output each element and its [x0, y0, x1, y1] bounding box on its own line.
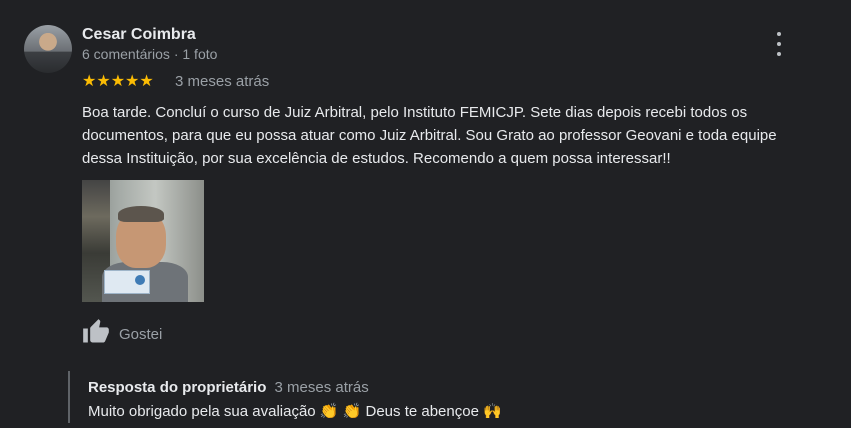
- reviewer-name[interactable]: Cesar Coimbra: [82, 26, 196, 44]
- like-label: Gostei: [119, 326, 163, 343]
- reviewer-meta: 6 comentários · 1 foto: [82, 46, 218, 62]
- owner-reply-title: Resposta do proprietário: [88, 379, 267, 396]
- photo-card: [104, 270, 150, 294]
- more-vert-icon[interactable]: [770, 32, 788, 56]
- review-time: 3 meses atrás: [175, 73, 270, 90]
- menu-dot: [777, 32, 781, 36]
- owner-reply-text: Muito obrigado pela sua avaliação 👏 👏 De…: [88, 403, 502, 420]
- avatar[interactable]: [24, 25, 72, 73]
- review-text: Boa tarde. Concluí o curso de Juiz Arbit…: [82, 104, 777, 167]
- thumb-up-icon: [82, 318, 110, 351]
- reply-divider: [68, 371, 70, 423]
- menu-dot: [777, 52, 781, 56]
- owner-reply-time: 3 meses atrás: [274, 379, 369, 396]
- photo-hair: [118, 206, 164, 222]
- menu-dot: [777, 42, 781, 46]
- review-photo[interactable]: [82, 180, 204, 302]
- star-rating: ★★★★★: [82, 73, 154, 90]
- owner-reply-header: Resposta do proprietário 3 meses atrás: [88, 379, 369, 396]
- like-button[interactable]: Gostei: [82, 318, 162, 351]
